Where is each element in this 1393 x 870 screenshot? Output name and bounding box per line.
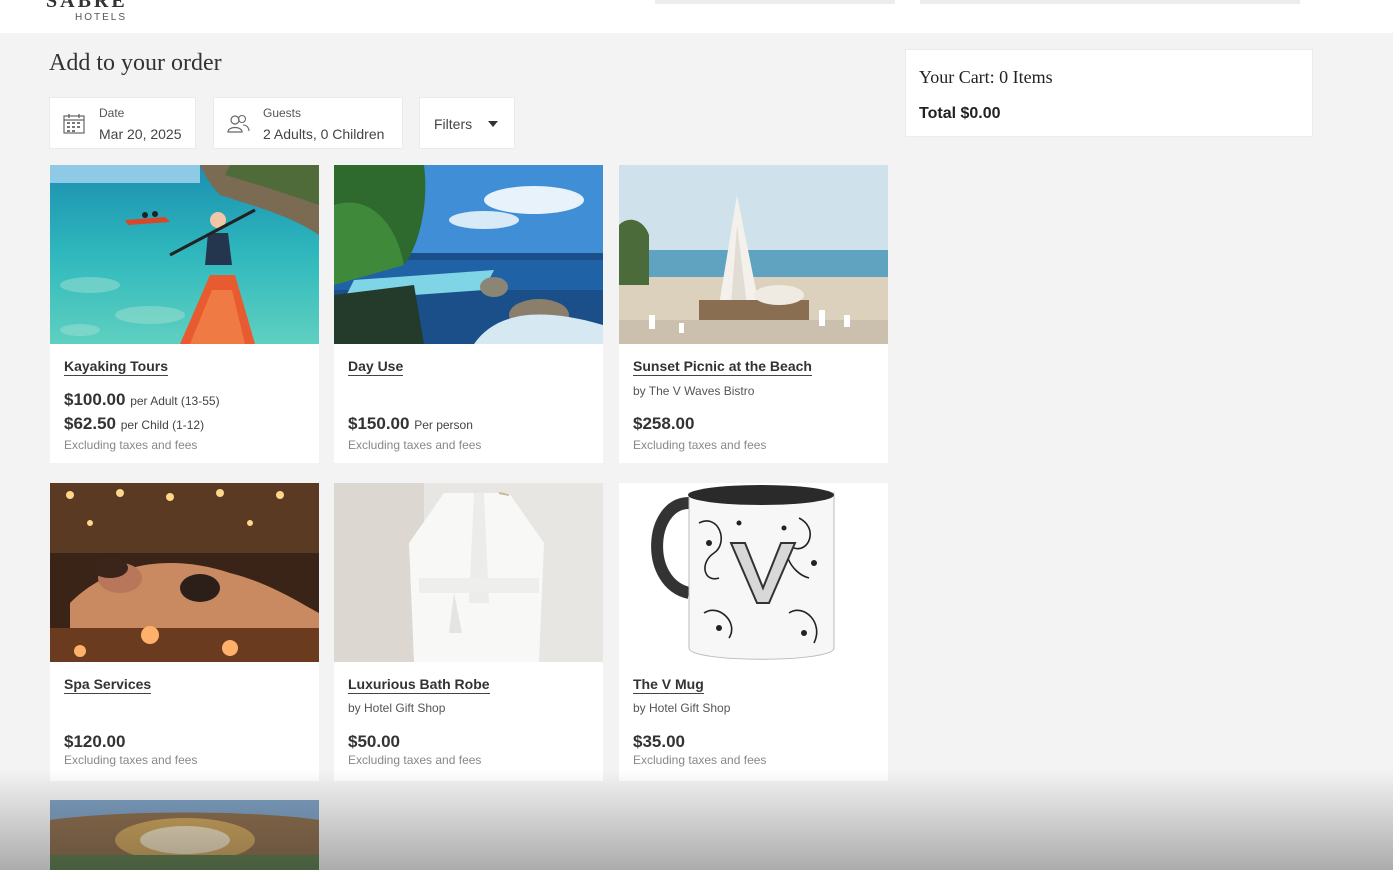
price-value: $258.00 [633,414,695,433]
calendar-icon [63,114,85,134]
date-value: Mar 20, 2025 [99,126,182,142]
cart-title: Your Cart: 0 Items [919,67,1053,87]
product-price: $35.00 [633,732,685,752]
product-card-bath-robe[interactable]: Luxurious Bath Robe by Hotel Gift Shop $… [334,483,603,781]
product-image-sunset-picnic[interactable] [619,165,888,344]
date-label: Date [99,106,125,120]
people-icon [227,114,250,133]
price-value: $120.00 [64,732,126,751]
price-note: Excluding taxes and fees [348,438,482,452]
date-selector[interactable]: Date Mar 20, 2025 [49,97,196,149]
price-unit: Per person [414,418,473,432]
brand-sub-logo: HOTELS [75,12,128,23]
product-title[interactable]: Spa Services [64,676,152,694]
price-note: Excluding taxes and fees [633,438,767,452]
price-note: Excluding taxes and fees [64,438,198,452]
price-value: $150.00 [348,414,410,433]
filters-label: Filters [434,116,473,132]
product-vendor: by Hotel Gift Shop [348,701,446,715]
guests-selector[interactable]: Guests 2 Adults, 0 Children [213,97,403,149]
product-image-kayaking[interactable] [50,165,319,344]
nav-menu [655,0,895,4]
price-unit: per Adult (13-55) [130,394,220,408]
nav-menu-right [920,0,1300,4]
product-image-v-mug[interactable] [619,483,888,662]
product-card-v-mug[interactable]: The V Mug by Hotel Gift Shop $35.00 Excl… [619,483,888,781]
filters-dropdown[interactable]: Filters [419,97,515,149]
cart-total: Total $0.00 [919,105,1001,122]
product-price: $258.00 [633,414,694,434]
product-price: $150.00 Per person [348,414,473,434]
product-title[interactable]: The V Mug [633,676,704,694]
price-value: $62.50 [64,414,116,433]
price-value: $100.00 [64,390,126,409]
price-note: Excluding taxes and fees [633,753,767,767]
product-title[interactable]: Luxurious Bath Robe [348,676,490,694]
product-price: $50.00 [348,732,400,752]
product-title[interactable]: Kayaking Tours [64,358,168,376]
product-image-spa[interactable] [50,483,319,662]
product-price-adult: $100.00 per Adult (13-55) [64,390,220,410]
price-note: Excluding taxes and fees [64,753,198,767]
product-image-day-use[interactable] [334,165,603,344]
guests-value: 2 Adults, 0 Children [263,126,385,142]
product-price: $120.00 [64,732,125,752]
product-vendor: by Hotel Gift Shop [633,701,731,715]
product-title[interactable]: Day Use [348,358,404,376]
top-bar: SABRE HOTELS [0,0,1393,33]
caret-down-icon [488,121,498,127]
product-vendor: by The V Waves Bistro [633,384,755,398]
price-value: $35.00 [633,732,685,751]
guests-label: Guests [263,106,302,120]
product-card-day-use[interactable]: Day Use $150.00 Per person Excluding tax… [334,165,603,463]
cart-summary: Your Cart: 0 Items Total $0.00 [905,49,1313,137]
product-card-partial[interactable] [50,800,319,870]
price-unit: per Child (1-12) [120,418,205,432]
page-title: Add to your order [49,50,222,76]
product-image-ballroom[interactable] [50,800,319,870]
price-value: $50.00 [348,732,400,751]
product-title[interactable]: Sunset Picnic at the Beach [633,358,812,376]
price-note: Excluding taxes and fees [348,753,482,767]
product-card-sunset-picnic[interactable]: Sunset Picnic at the Beach by The V Wave… [619,165,888,463]
product-image-bath-robe[interactable] [334,483,603,662]
product-price-child: $62.50 per Child (1-12) [64,414,204,434]
product-card-spa[interactable]: Spa Services $120.00 Excluding taxes and… [50,483,319,781]
product-card-kayaking[interactable]: Kayaking Tours $100.00 per Adult (13-55)… [50,165,319,463]
